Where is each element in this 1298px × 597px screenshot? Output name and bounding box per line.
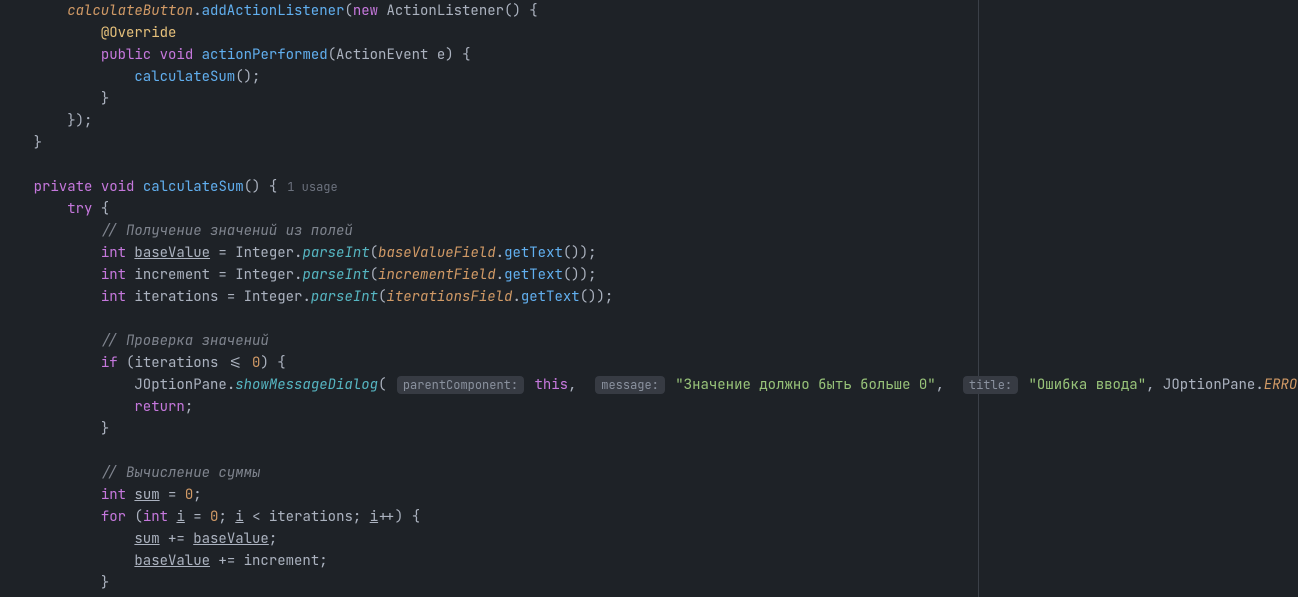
code-line: int increment = Integer.parseInt(increme… xyxy=(0,264,1298,286)
inline-hint: title: xyxy=(963,376,1018,394)
keyword: if xyxy=(101,354,118,372)
var-ref: sum xyxy=(134,530,159,548)
code-line xyxy=(0,440,1298,462)
code-line: if (iterations <= 0) { xyxy=(0,352,1298,374)
comment: // Вычисление суммы xyxy=(101,464,261,482)
usage-hint[interactable]: 1 usage xyxy=(287,179,337,195)
keyword: void xyxy=(160,46,194,64)
inline-hint: parentComponent: xyxy=(397,376,524,394)
code-line: public void actionPerformed(ActionEvent … xyxy=(0,44,1298,66)
keyword: void xyxy=(101,178,135,196)
field-ref: iterationsField xyxy=(386,288,512,306)
keyword: int xyxy=(101,244,126,262)
comment: // Проверка значений xyxy=(101,332,269,350)
var-ref: iterations xyxy=(269,508,353,526)
keyword: private xyxy=(34,178,93,196)
code-line: for (int i = 0; i < iterations; i++) { xyxy=(0,506,1298,528)
method-call: addActionListener xyxy=(202,2,345,20)
code-line: } xyxy=(0,572,1298,594)
class-ref: JOptionPane xyxy=(1163,376,1255,394)
comment: // Получение значений из полей xyxy=(101,222,353,240)
keyword: int xyxy=(143,508,168,526)
code-line: }); xyxy=(0,110,1298,132)
var-decl: iterations xyxy=(134,288,218,306)
code-line: private void calculateSum() {1 usage xyxy=(0,176,1298,198)
code-line xyxy=(0,308,1298,330)
keyword: new xyxy=(353,2,378,20)
code-line: JOptionPane.showMessageDialog( parentCom… xyxy=(0,374,1298,396)
code-line: int baseValue = Integer.parseInt(baseVal… xyxy=(0,242,1298,264)
var-decl: sum xyxy=(134,486,159,504)
var-ref: baseValue xyxy=(134,552,210,570)
method-call: getText xyxy=(521,288,580,306)
number: 0 xyxy=(185,486,193,504)
code-line: calculateSum(); xyxy=(0,66,1298,88)
var-decl: baseValue xyxy=(134,244,210,262)
annotation: @Override xyxy=(101,24,177,42)
code-line: // Проверка значений xyxy=(0,330,1298,352)
method-decl: actionPerformed xyxy=(202,46,328,64)
var-ref: iterations xyxy=(134,354,218,372)
code-line: sum += baseValue; xyxy=(0,528,1298,550)
keyword: int xyxy=(101,288,126,306)
var-ref: increment xyxy=(244,552,320,570)
code-line: int sum = 0; xyxy=(0,484,1298,506)
constant: ERROR_MESSAGE xyxy=(1264,376,1298,394)
var-decl: increment xyxy=(134,266,210,284)
code-line: try { xyxy=(0,198,1298,220)
field-ref: incrementField xyxy=(378,266,496,284)
string: "Значение должно быть больше 0" xyxy=(675,376,935,394)
code-line: // Получение значений из полей xyxy=(0,220,1298,242)
code-line: calculateButton.addActionListener(new Ac… xyxy=(0,0,1298,22)
class-ref: Integer xyxy=(235,266,294,284)
string: "Ошибка ввода" xyxy=(1029,376,1147,394)
var-decl: i xyxy=(176,508,184,526)
code-line: int iterations = Integer.parseInt(iterat… xyxy=(0,286,1298,308)
keyword: int xyxy=(101,486,126,504)
field-ref: baseValueField xyxy=(378,244,496,262)
var-ref: i xyxy=(235,508,243,526)
field-ref: calculateButton xyxy=(67,2,193,20)
code-line xyxy=(0,154,1298,176)
keyword: this xyxy=(534,376,568,394)
static-method: parseInt xyxy=(302,266,369,284)
static-method: parseInt xyxy=(302,244,369,262)
static-method: showMessageDialog xyxy=(235,376,378,394)
class-ref: Integer xyxy=(235,244,294,262)
class-ref: JOptionPane xyxy=(134,376,226,394)
inline-hint: message: xyxy=(595,376,665,394)
keyword: try xyxy=(67,200,92,218)
code-editor[interactable]: calculateButton.addActionListener(new Ac… xyxy=(0,0,1298,594)
class-ref: Integer xyxy=(244,288,303,306)
code-line: return; xyxy=(0,396,1298,418)
class-ref: ActionEvent xyxy=(336,46,428,64)
static-method: parseInt xyxy=(311,288,378,306)
method-decl: calculateSum xyxy=(143,178,244,196)
class-ref: ActionListener xyxy=(386,2,504,20)
code-line: // Вычисление суммы xyxy=(0,462,1298,484)
code-line: } xyxy=(0,88,1298,110)
code-line: baseValue += increment; xyxy=(0,550,1298,572)
param: e xyxy=(437,46,445,64)
keyword: public xyxy=(101,46,151,64)
keyword: int xyxy=(101,266,126,284)
code-line: } xyxy=(0,418,1298,440)
method-call: calculateSum xyxy=(134,68,235,86)
method-call: getText xyxy=(504,266,563,284)
var-ref: i xyxy=(370,508,378,526)
code-line: } xyxy=(0,132,1298,154)
keyword: for xyxy=(101,508,126,526)
code-line: @Override xyxy=(0,22,1298,44)
method-call: getText xyxy=(504,244,563,262)
keyword: return xyxy=(134,398,184,416)
var-ref: baseValue xyxy=(193,530,269,548)
